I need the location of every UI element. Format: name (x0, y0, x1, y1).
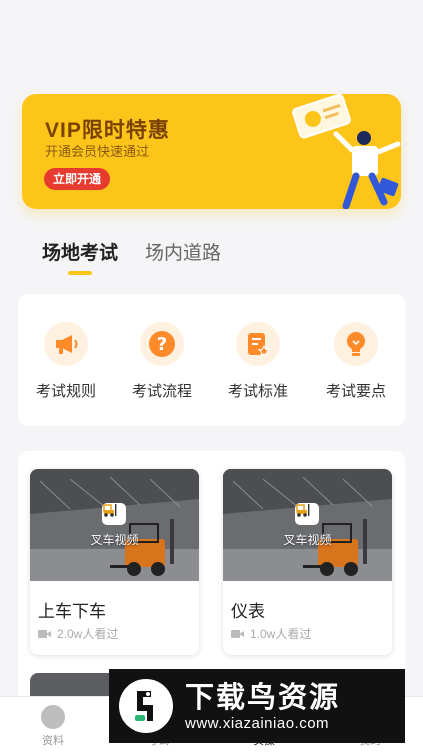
video-views: 1.0w人看过 (231, 625, 311, 642)
document-star-icon (236, 322, 280, 366)
watermark-title: 下载鸟资源 (185, 681, 341, 714)
forklift-icon (102, 503, 126, 525)
nav-item-materials[interactable]: 资料 (23, 705, 83, 748)
open-vip-button[interactable]: 立即开通 (44, 168, 111, 190)
rule-item-process[interactable]: ? 考试流程 (122, 322, 202, 401)
watermark-overlay: 下载鸟资源 www.xiazainiao.com (109, 669, 405, 743)
megaphone-icon (44, 322, 88, 366)
video-title: 上车下车 (38, 602, 106, 621)
video-category-tag: 叉车视频 (283, 533, 332, 547)
video-thumbnail: 叉车视频 (223, 469, 392, 581)
video-camera-icon (38, 629, 51, 638)
svg-text:?: ? (157, 334, 167, 355)
watermark-url: www.xiazainiao.com (185, 714, 330, 732)
tab-road-exam[interactable]: 场内道路 (145, 238, 221, 265)
rule-label: 考试标准 (227, 383, 288, 400)
active-tab-indicator (68, 271, 92, 275)
vip-banner[interactable]: VIP限时特惠 开通会员快速通过 立即开通 (22, 94, 401, 209)
banner-subtitle: 开通会员快速通过 (45, 144, 150, 159)
banner-title: VIP限时特惠 (45, 119, 170, 142)
video-category-tag: 叉车视频 (90, 533, 139, 547)
video-thumbnail: 叉车视频 (30, 469, 199, 581)
video-title: 仪表 (231, 602, 265, 621)
bird-logo-icon (119, 679, 173, 733)
rule-label: 考试要点 (325, 383, 386, 400)
nav-label: 资料 (42, 735, 64, 747)
video-camera-icon (231, 629, 244, 638)
tab-site-exam[interactable]: 场地考试 (42, 238, 118, 265)
forklift-icon (295, 503, 319, 525)
video-card[interactable]: 叉车视频 上车下车 2.0w人看过 (30, 469, 199, 655)
exam-rules-card: 考试规则 ? 考试流程 考试标准 考试要点 (18, 294, 405, 426)
video-views-text: 1.0w人看过 (250, 627, 312, 641)
video-views: 2.0w人看过 (38, 625, 118, 642)
question-icon: ? (140, 322, 184, 366)
rule-label: 考试规则 (35, 383, 96, 400)
rule-item-keypoints[interactable]: 考试要点 (316, 322, 396, 401)
lightbulb-icon (334, 322, 378, 366)
exam-tabs: 场地考试 场内道路 (42, 238, 221, 265)
rule-item-rules[interactable]: 考试规则 (26, 322, 106, 401)
rule-item-standard[interactable]: 考试标准 (218, 322, 298, 401)
vip-illustration (292, 94, 401, 209)
compass-icon (41, 705, 65, 729)
video-card[interactable]: 叉车视频 仪表 1.0w人看过 (223, 469, 392, 655)
rule-label: 考试流程 (131, 383, 192, 400)
video-views-text: 2.0w人看过 (57, 627, 119, 641)
